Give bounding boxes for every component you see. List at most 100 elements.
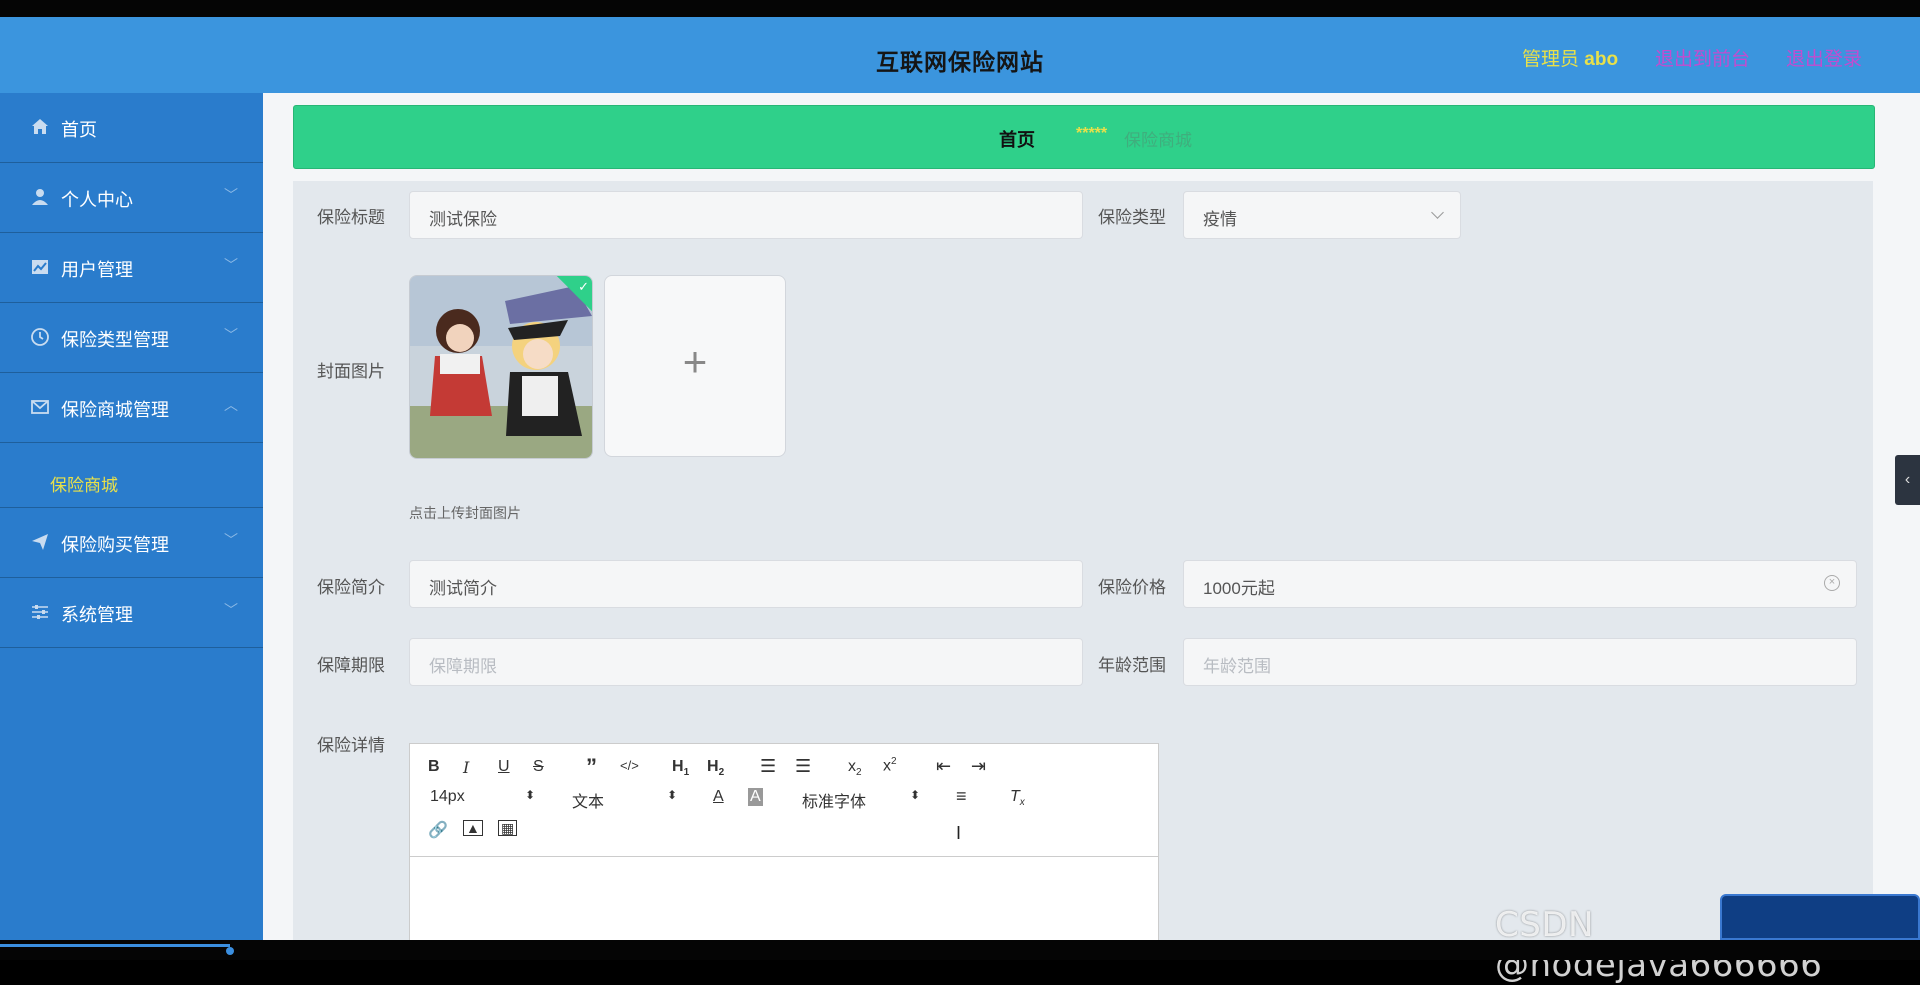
align-icon[interactable]: ≡ xyxy=(956,786,967,807)
superscript-icon[interactable]: x2 xyxy=(883,756,897,775)
cover-label: 封面图片 xyxy=(317,362,385,381)
title-label: 保险标题 xyxy=(317,208,385,227)
cover-thumbnail[interactable]: ✓ xyxy=(409,275,593,459)
outdent-icon[interactable]: ⇤ xyxy=(936,756,951,777)
sidebar-item-label: 保险类型管理 xyxy=(61,330,169,350)
video-icon[interactable]: ▦ xyxy=(498,820,518,836)
intro-value: 测试简介 xyxy=(429,579,497,598)
admin-prefix: 管理员 xyxy=(1522,49,1580,70)
link-icon[interactable]: 🔗 xyxy=(428,820,448,840)
text-cursor-icon: I xyxy=(956,823,962,843)
sidebar-item-purchases[interactable]: 保险购买管理 ﹀ xyxy=(0,508,263,578)
sidebar-item-insurance-types[interactable]: 保险类型管理 ﹀ xyxy=(0,303,263,373)
age-placeholder: 年龄范围 xyxy=(1203,657,1271,676)
sidebar: 首页 个人中心 ﹀ 用户管理 ﹀ 保险类型管理 ﹀ 保险商城管理 ︿ 保险商城 … xyxy=(0,93,263,940)
site-title: 互联网保险网站 xyxy=(876,49,1044,75)
insurance-form: 保险标题 测试保险 保险类型 疫情 封面图片 ✓ + 点击上传封面图片 保险简介… xyxy=(293,181,1873,953)
font-size-arrows-icon: ⬍ xyxy=(525,788,536,802)
background-color-icon[interactable]: A xyxy=(748,788,763,806)
font-family-select[interactable]: 标准字体 xyxy=(802,788,866,812)
upload-button[interactable]: + xyxy=(604,275,786,457)
sidebar-item-label: 个人中心 xyxy=(61,190,133,210)
h1-icon[interactable]: H1 xyxy=(672,758,689,778)
period-label: 保障期限 xyxy=(317,656,385,675)
h2-icon[interactable]: H2 xyxy=(707,758,724,778)
chart-icon xyxy=(32,260,48,274)
italic-icon[interactable]: I xyxy=(463,758,469,777)
user-icon xyxy=(32,189,48,205)
breadcrumb: 首页 ***** 保险商城 xyxy=(293,105,1875,169)
mail-icon xyxy=(31,400,49,414)
breadcrumb-separator: ***** xyxy=(1076,125,1108,142)
age-label: 年龄范围 xyxy=(1098,656,1166,675)
sidebar-item-insurance-mall[interactable]: 保险商城管理 ︿ xyxy=(0,373,263,443)
clear-icon[interactable]: × xyxy=(1824,575,1840,591)
type-value: 疫情 xyxy=(1203,210,1237,229)
chevron-up-icon: ︿ xyxy=(224,397,238,413)
text-style-select[interactable]: 文本 xyxy=(572,788,604,812)
period-input[interactable]: 保障期限 xyxy=(409,638,1083,686)
intro-input[interactable]: 测试简介 xyxy=(409,560,1083,608)
intro-label: 保险简介 xyxy=(317,578,385,597)
bold-icon[interactable]: B xyxy=(428,758,440,776)
blockquote-icon[interactable]: ” xyxy=(586,754,597,780)
app-header: 互联网保险网站 管理员 abo 退出到前台 退出登录 xyxy=(0,17,1920,93)
sidebar-item-label: 保险购买管理 xyxy=(61,535,169,555)
detail-label: 保险详情 xyxy=(317,736,385,755)
sidebar-item-label: 系统管理 xyxy=(61,605,133,625)
breadcrumb-current: 保险商城 xyxy=(1124,131,1192,150)
price-value: 1000元起 xyxy=(1203,579,1275,598)
admin-name: abo xyxy=(1584,49,1619,70)
font-color-icon[interactable]: A xyxy=(713,788,724,806)
cover-image xyxy=(410,276,592,458)
text-style-arrows-icon: ⬍ xyxy=(667,788,678,802)
age-input[interactable]: 年龄范围 xyxy=(1183,638,1857,686)
type-select[interactable]: 疫情 xyxy=(1183,191,1461,239)
image-icon[interactable]: ▲ xyxy=(463,820,483,836)
subscript-icon[interactable]: x2 xyxy=(848,758,862,778)
font-size-select[interactable]: 14px xyxy=(430,788,465,806)
panel-toggle-button[interactable]: ‹ xyxy=(1895,455,1920,505)
sidebar-item-system[interactable]: 系统管理 ﹀ xyxy=(0,578,263,648)
logout-link[interactable]: 退出登录 xyxy=(1786,44,1862,71)
type-label: 保险类型 xyxy=(1098,208,1166,227)
strike-icon[interactable]: S xyxy=(533,758,544,776)
plus-icon: + xyxy=(682,338,708,385)
sidebar-item-label: 保险商城管理 xyxy=(61,400,169,420)
sidebar-item-users[interactable]: 用户管理 ﹀ xyxy=(0,233,263,303)
sidebar-item-profile[interactable]: 个人中心 ﹀ xyxy=(0,163,263,233)
indent-icon[interactable]: ⇥ xyxy=(971,756,986,777)
sidebar-item-label: 首页 xyxy=(61,120,97,140)
sidebar-subitem-label: 保险商城 xyxy=(50,476,118,495)
clock-icon xyxy=(31,328,49,346)
main-content: 首页 ***** 保险商城 保险标题 测试保险 保险类型 疫情 封面图片 ✓ +… xyxy=(263,93,1920,953)
clear-format-icon[interactable]: Tx xyxy=(1010,788,1025,808)
title-input[interactable]: 测试保险 xyxy=(409,191,1083,239)
sidebar-subitem-insurance-mall[interactable]: 保险商城 xyxy=(0,457,263,507)
title-value: 测试保险 xyxy=(429,210,497,229)
send-icon xyxy=(32,534,48,550)
progress-handle[interactable] xyxy=(226,947,234,955)
chevron-down-icon: ﹀ xyxy=(224,187,238,203)
chevron-down-icon: ﹀ xyxy=(224,532,238,548)
bullet-list-icon[interactable]: ☰ xyxy=(795,756,811,777)
window-bottom-bar xyxy=(0,940,1920,960)
code-icon[interactable]: </> xyxy=(620,758,639,773)
underline-icon[interactable]: U xyxy=(498,758,510,776)
chevron-left-icon: ‹ xyxy=(1904,471,1911,488)
window-top-bar xyxy=(0,0,1920,17)
sidebar-item-home[interactable]: 首页 xyxy=(0,93,263,163)
period-placeholder: 保障期限 xyxy=(429,657,497,676)
price-input[interactable]: 1000元起 × xyxy=(1183,560,1857,608)
cover-hint: 点击上传封面图片 xyxy=(409,505,521,521)
chevron-down-icon: ﹀ xyxy=(224,602,238,618)
rich-text-editor[interactable]: B I U S ” </> H1 H2 ☰ ☰ x2 x2 ⇤ ⇥ 14px ⬍… xyxy=(409,743,1159,953)
chevron-down-icon: ﹀ xyxy=(224,327,238,343)
front-link[interactable]: 退出到前台 xyxy=(1655,44,1750,71)
admin-label: 管理员 abo xyxy=(1522,44,1618,71)
progress-bar xyxy=(0,944,230,947)
chevron-down-icon: ﹀ xyxy=(224,257,238,273)
editor-toolbar: B I U S ” </> H1 H2 ☰ ☰ x2 x2 ⇤ ⇥ 14px ⬍… xyxy=(410,744,1158,857)
breadcrumb-home[interactable]: 首页 xyxy=(999,126,1035,152)
ordered-list-icon[interactable]: ☰ xyxy=(760,756,776,777)
